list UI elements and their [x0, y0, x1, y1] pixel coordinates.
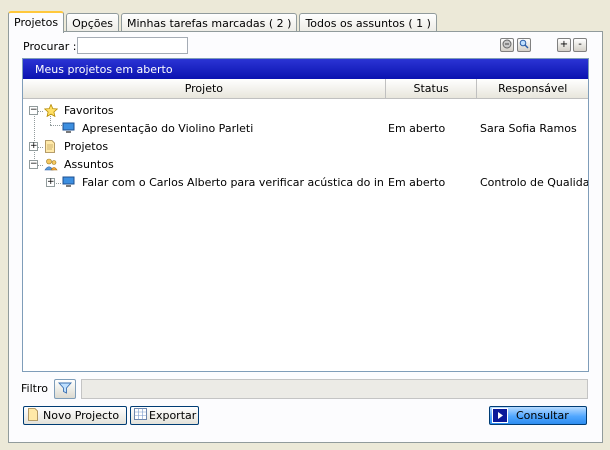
- expand-toggle[interactable]: +: [46, 178, 55, 187]
- search-input[interactable]: [77, 37, 188, 54]
- export-label: Exportar: [149, 409, 197, 422]
- column-header-projeto[interactable]: Projeto: [23, 79, 386, 98]
- grid-header: Projeto Status Responsável: [23, 79, 588, 99]
- monitor-icon: [62, 122, 75, 134]
- projects-grid: Meus projetos em aberto Projeto Status R…: [22, 58, 589, 372]
- tab-opcoes[interactable]: Opções: [66, 13, 119, 32]
- row-name: Apresentação do Violino Parleti: [82, 122, 254, 135]
- people-icon: [44, 158, 58, 171]
- grid-title-text: Meus projetos em aberto: [35, 62, 173, 76]
- row-status: Em aberto: [388, 176, 446, 189]
- collapse-toggle[interactable]: −: [29, 160, 38, 169]
- play-icon: [492, 408, 508, 423]
- row-name: Falar com o Carlos Alberto para verifica…: [82, 176, 384, 189]
- tab-projetos[interactable]: Projetos: [8, 11, 65, 33]
- table-icon: [134, 408, 147, 423]
- tab-minhas-tarefas[interactable]: Minhas tarefas marcadas ( 2 ): [120, 13, 298, 32]
- document-icon: [44, 140, 57, 153]
- tree-row-favoritos[interactable]: − Favoritos: [23, 101, 588, 119]
- tab-strip: Projetos Opções Minhas tarefas marcadas …: [8, 10, 439, 33]
- remove-button[interactable]: -: [573, 38, 587, 52]
- remove-label: -: [578, 39, 582, 50]
- column-header-responsavel[interactable]: Responsável: [477, 79, 588, 98]
- grid-title: Meus projetos em aberto: [23, 59, 588, 79]
- search-button[interactable]: [517, 38, 531, 52]
- column-header-label: Status: [413, 82, 449, 95]
- monitor-icon: [62, 176, 75, 188]
- filter-label: Filtro: [21, 382, 48, 395]
- star-icon: [43, 103, 59, 118]
- column-header-status[interactable]: Status: [385, 79, 478, 98]
- new-project-label: Novo Projecto: [43, 409, 120, 422]
- new-document-icon: [27, 407, 39, 424]
- consult-label: Consultar: [516, 409, 569, 422]
- magnifier-icon: [519, 39, 529, 52]
- column-header-label: Responsável: [498, 82, 568, 95]
- column-header-label: Projeto: [184, 82, 224, 95]
- row-status: Em aberto: [388, 122, 446, 135]
- row-name: Assuntos: [64, 158, 114, 171]
- row-owner: Sara Sofia Ramos: [480, 122, 577, 135]
- filter-button[interactable]: [54, 379, 76, 399]
- projects-panel: Procurar : + - Meus projetos em aberto P…: [8, 31, 603, 443]
- tree-row-falar-carlos[interactable]: + Falar com o Carlos Alberto para verifi…: [23, 173, 588, 191]
- tree-row-apresentacao[interactable]: Apresentação do Violino Parleti Em abert…: [23, 119, 588, 137]
- row-name: Projetos: [64, 140, 109, 153]
- tab-label: Projetos: [14, 16, 59, 29]
- clear-search-button[interactable]: [500, 38, 514, 52]
- search-label: Procurar :: [23, 40, 77, 53]
- collapse-toggle[interactable]: −: [29, 106, 38, 115]
- row-owner: Controlo de Qualidade: [480, 176, 589, 189]
- add-button[interactable]: +: [557, 38, 571, 52]
- tab-label: Opções: [72, 16, 113, 30]
- consult-button[interactable]: Consultar: [489, 406, 587, 425]
- tab-label: Minhas tarefas marcadas ( 2 ): [126, 16, 292, 30]
- funnel-icon: [57, 382, 73, 397]
- tab-todos-assuntos[interactable]: Todos os assuntos ( 1 ): [299, 13, 437, 32]
- row-name: Favoritos: [64, 104, 114, 117]
- tree-body: − Favoritos Apresentação do Violino Parl…: [23, 99, 588, 191]
- new-project-button[interactable]: Novo Projecto: [23, 406, 127, 425]
- eraser-icon: [502, 39, 512, 52]
- tree-row-projetos[interactable]: + Projetos: [23, 137, 588, 155]
- tab-label: Todos os assuntos ( 1 ): [305, 16, 431, 30]
- add-label: +: [559, 39, 569, 50]
- filter-input[interactable]: [81, 379, 588, 399]
- export-button[interactable]: Exportar: [130, 406, 199, 425]
- expand-toggle[interactable]: +: [29, 142, 38, 151]
- tree-row-assuntos[interactable]: − Assuntos: [23, 155, 588, 173]
